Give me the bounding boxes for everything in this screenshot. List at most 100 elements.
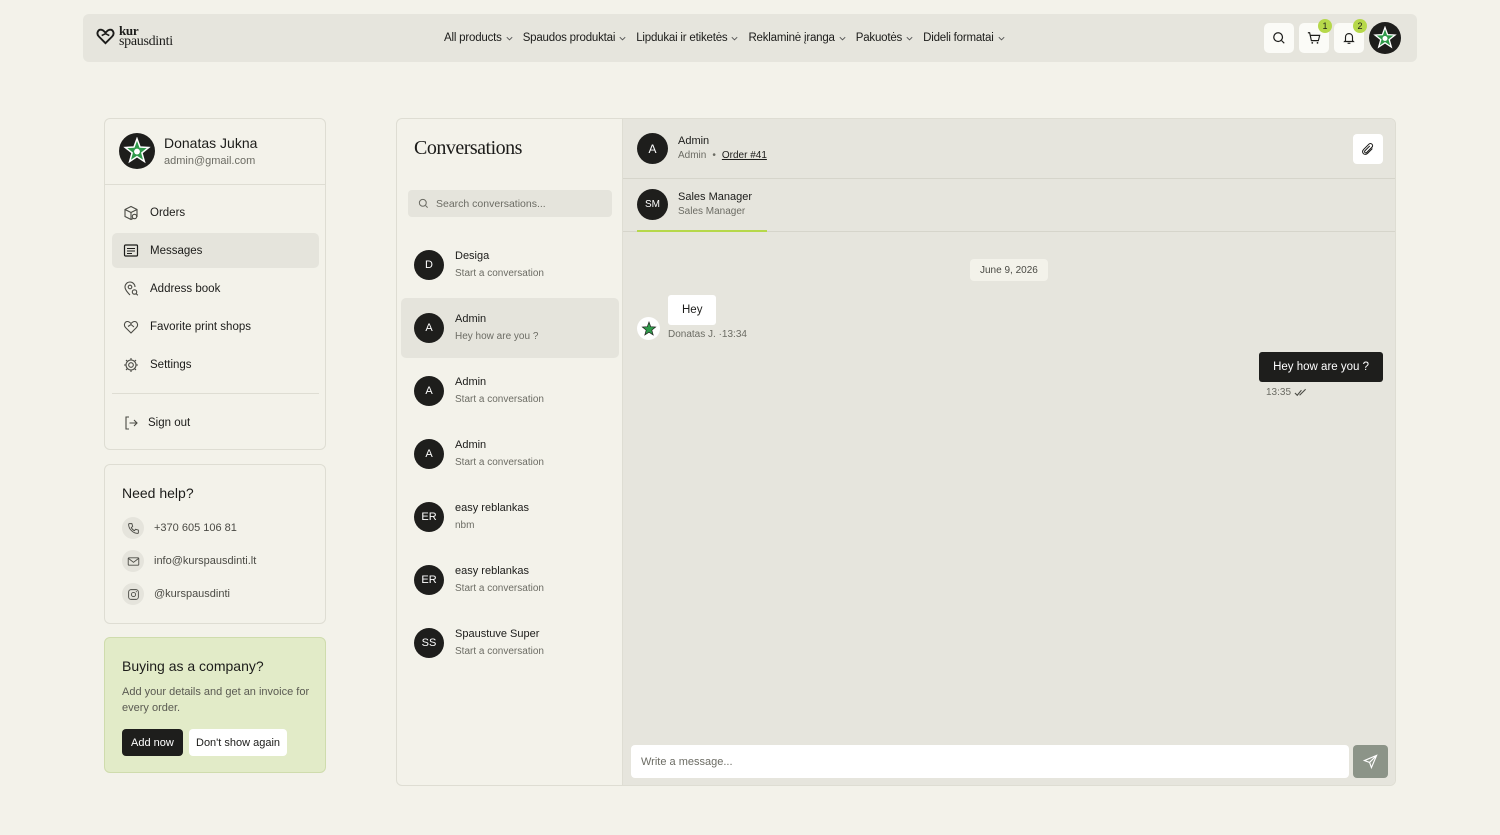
message-input-placeholder: Write a message...: [641, 755, 733, 768]
participant-tabs: SM Sales Manager Sales Manager: [623, 179, 1395, 232]
outgoing-message-meta: 13:35: [1266, 387, 1307, 398]
conversation-name: Admin: [455, 439, 487, 451]
star-avatar-icon: [1373, 26, 1397, 49]
incoming-message: Hey: [668, 295, 717, 325]
sidebar-item-label: Address book: [150, 282, 221, 295]
sidebar-item-label: Sign out: [148, 416, 191, 429]
sidebar-item-orders[interactable]: Orders: [112, 195, 319, 230]
conversation-preview: Start a conversation: [455, 646, 544, 657]
notifications-count-badge: 2: [1353, 19, 1367, 33]
conversation-item[interactable]: D Desiga Start a conversation: [401, 235, 619, 295]
site-logo[interactable]: kur spausdinti: [96, 24, 173, 49]
profile-name: Donatas Jukna: [164, 135, 258, 151]
order-link[interactable]: Order #41: [722, 150, 767, 161]
search-icon: [418, 198, 428, 208]
help-card: Need help? +370 605 106 81 info@kurspaus…: [104, 464, 326, 624]
search-input[interactable]: Search conversations...: [408, 190, 612, 217]
sidebar-item-label: Messages: [150, 244, 203, 257]
sidebar-item-settings[interactable]: Settings: [112, 347, 319, 382]
send-button[interactable]: [1353, 745, 1388, 778]
avatar: ER: [414, 565, 444, 595]
sidebar-item-label: Orders: [150, 206, 186, 219]
bell-icon: [1343, 33, 1355, 44]
heart-handshake-icon: [123, 320, 139, 334]
add-company-button[interactable]: Add now: [122, 729, 183, 756]
avatar: A: [414, 376, 444, 406]
phone-icon: [122, 517, 144, 539]
conversation-preview: Start a conversation: [455, 583, 544, 594]
main-nav: All products Spaudos produktai Lipdukai …: [444, 14, 1015, 62]
avatar: ER: [414, 502, 444, 532]
conversation-item[interactable]: SS Spaustuve Super Start a conversation: [401, 613, 619, 673]
incoming-message-meta: Donatas J. ·13:34: [668, 329, 747, 340]
conversation-name: Spaustuve Super: [455, 628, 540, 640]
star-avatar-icon: [123, 137, 151, 164]
conversation-item[interactable]: A Admin Start a conversation: [401, 424, 619, 484]
chat-header: A Admin Admin • Order #41: [623, 119, 1395, 179]
cart-count-badge: 1: [1318, 19, 1332, 33]
search-button[interactable]: [1264, 23, 1294, 53]
participant-tab-sales-manager[interactable]: SM Sales Manager Sales Manager: [637, 179, 767, 232]
participant-role: Sales Manager: [678, 206, 746, 217]
user-avatar-button[interactable]: [1369, 22, 1401, 54]
sidebar-item-messages[interactable]: Messages: [112, 233, 319, 268]
logo-heart-icon: [96, 28, 115, 44]
separator-dot: •: [712, 150, 716, 161]
conversations-title: Conversations: [414, 137, 522, 159]
sidebar-item-favorites[interactable]: Favorite print shops: [112, 309, 319, 344]
chat-contact-name: Admin: [678, 135, 710, 147]
conversation-name: Admin: [455, 313, 487, 325]
attach-button[interactable]: [1353, 134, 1383, 164]
conversation-item[interactable]: A Admin Hey how are you ?: [401, 298, 619, 358]
paperclip-icon: [1362, 143, 1374, 155]
conversation-item[interactable]: ER easy reblankas nbm: [401, 487, 619, 547]
help-email[interactable]: info@kurspausdinti.lt: [122, 550, 256, 572]
nav-reklamine-iranga[interactable]: Reklaminė įranga: [748, 32, 846, 44]
conversation-preview: Start a conversation: [455, 394, 544, 405]
notifications-button[interactable]: 2: [1334, 19, 1367, 53]
participant-name: Sales Manager: [678, 191, 752, 203]
company-title: Buying as a company?: [122, 658, 264, 674]
conversation-item[interactable]: ER easy reblankas Start a conversation: [401, 550, 619, 610]
conversation-item[interactable]: A Admin Start a conversation: [401, 361, 619, 421]
cart-icon: [1307, 32, 1321, 44]
conversation-preview: Start a conversation: [455, 457, 544, 468]
search-placeholder: Search conversations...: [436, 197, 546, 210]
help-instagram[interactable]: @kurspausdinti: [122, 583, 230, 605]
nav-dideli-formatai[interactable]: Dideli formatai: [923, 32, 1006, 44]
star-avatar-icon: [640, 320, 657, 336]
message-icon: [123, 243, 139, 257]
double-check-icon: [1294, 388, 1307, 397]
dont-show-again-button[interactable]: Don't show again: [189, 729, 288, 756]
conversation-preview: Hey how are you ?: [455, 331, 539, 342]
top-header: kur spausdinti All products Spaudos prod…: [83, 14, 1417, 62]
help-phone[interactable]: +370 605 106 81: [122, 517, 237, 539]
nav-lipdukai[interactable]: Lipdukai ir etiketės: [636, 32, 739, 44]
nav-spaudos-produktai[interactable]: Spaudos produktai: [523, 32, 628, 44]
avatar: [119, 133, 155, 169]
chat-contact-role: Admin: [678, 150, 707, 161]
logo-text-line2: spausdinti: [119, 34, 173, 49]
sidebar-item-label: Favorite print shops: [150, 320, 251, 333]
instagram-icon: [122, 583, 144, 605]
cart-button[interactable]: 1: [1299, 19, 1332, 53]
company-text: Add your details and get an invoice for …: [122, 686, 310, 714]
conversation-name: Admin: [455, 376, 487, 388]
sidebar-item-label: Settings: [150, 358, 192, 371]
nav-pakuotes[interactable]: Pakuotės: [856, 32, 914, 44]
chat-area: A Admin Admin • Order #41 SM Sales Manag…: [623, 119, 1395, 785]
outgoing-message: Hey how are you ?: [1259, 352, 1383, 382]
location-search-icon: [124, 281, 139, 296]
mail-icon: [122, 550, 144, 572]
chevron-down-icon: [906, 36, 913, 40]
nav-all-products[interactable]: All products: [444, 32, 514, 44]
conversation-name: easy reblankas: [455, 565, 529, 577]
sidebar-item-address-book[interactable]: Address book: [112, 271, 319, 306]
sidebar-divider: [112, 393, 319, 394]
sidebar-item-sign-out[interactable]: Sign out: [112, 405, 319, 440]
conversation-name: Desiga: [455, 250, 490, 262]
date-separator: June 9, 2026: [970, 259, 1048, 281]
avatar: D: [414, 250, 444, 280]
send-icon: [1363, 754, 1378, 769]
message-input[interactable]: Write a message...: [631, 745, 1349, 778]
